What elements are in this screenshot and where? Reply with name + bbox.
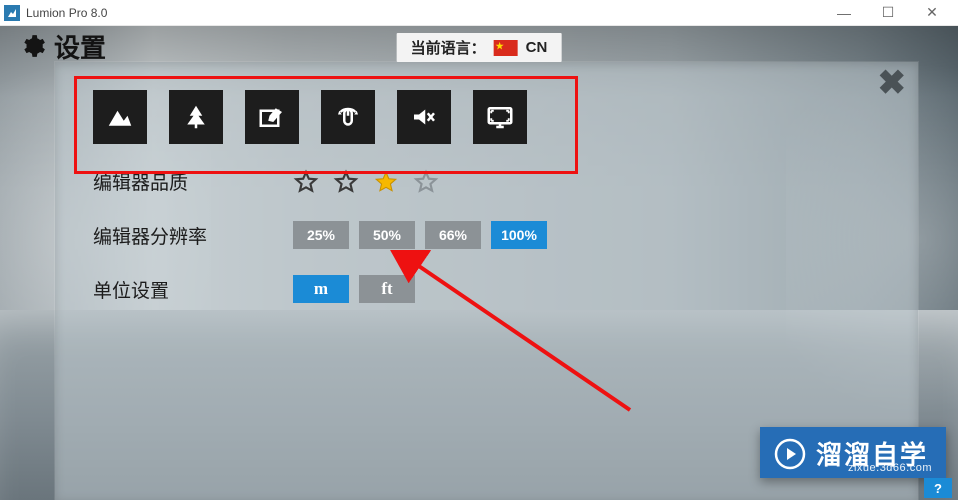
editor-resolution-label: 编辑器分辨率 bbox=[93, 222, 293, 249]
star-4[interactable] bbox=[413, 169, 439, 195]
resolution-66[interactable]: 66% bbox=[425, 221, 481, 249]
window-titlebar: Lumion Pro 8.0 — ☐ ✕ bbox=[0, 0, 958, 26]
mouse-rotate-icon[interactable] bbox=[321, 90, 375, 144]
category-icon-row bbox=[93, 90, 890, 144]
unit-label: 单位设置 bbox=[93, 276, 293, 303]
watermark-badge: 溜溜自学 zixue.3d66.com bbox=[760, 427, 946, 478]
resolution-25[interactable]: 25% bbox=[293, 221, 349, 249]
header-strip: 设置 当前语言： CN bbox=[0, 26, 958, 66]
language-label: 当前语言： bbox=[411, 37, 486, 58]
unit-ft[interactable]: ft bbox=[359, 275, 415, 303]
window-maximize-button[interactable]: ☐ bbox=[866, 1, 910, 25]
flag-cn-icon bbox=[494, 40, 518, 56]
help-button[interactable]: ? bbox=[924, 478, 952, 498]
monitor-icon[interactable] bbox=[473, 90, 527, 144]
editor-quality-label: 编辑器品质 bbox=[93, 168, 293, 195]
editor-quality-row: 编辑器品质 bbox=[93, 168, 890, 195]
resolution-50[interactable]: 50% bbox=[359, 221, 415, 249]
unit-options: m ft bbox=[293, 275, 415, 303]
gear-icon bbox=[20, 33, 46, 59]
star-1[interactable] bbox=[293, 169, 319, 195]
settings-heading-text: 设置 bbox=[54, 28, 106, 65]
quality-stars bbox=[293, 169, 439, 195]
settings-heading: 设置 bbox=[20, 28, 106, 65]
language-indicator[interactable]: 当前语言： CN bbox=[397, 33, 562, 62]
window-controls: — ☐ ✕ bbox=[822, 1, 954, 25]
window-close-button[interactable]: ✕ bbox=[910, 1, 954, 25]
panel-close-button[interactable]: ✖ bbox=[878, 66, 907, 100]
watermark-subtext: zixue.3d66.com bbox=[848, 462, 932, 474]
play-circle-icon bbox=[774, 438, 806, 470]
resolution-100[interactable]: 100% bbox=[491, 221, 547, 249]
terrain-icon[interactable] bbox=[93, 90, 147, 144]
window-minimize-button[interactable]: — bbox=[822, 1, 866, 25]
window-title: Lumion Pro 8.0 bbox=[26, 6, 107, 20]
app-icon bbox=[4, 5, 20, 21]
mute-icon[interactable] bbox=[397, 90, 451, 144]
unit-row: 单位设置 m ft bbox=[93, 275, 890, 303]
star-3[interactable] bbox=[373, 169, 399, 195]
star-2[interactable] bbox=[333, 169, 359, 195]
language-code: CN bbox=[526, 39, 548, 56]
tree-icon[interactable] bbox=[169, 90, 223, 144]
tablet-edit-icon[interactable] bbox=[245, 90, 299, 144]
unit-m[interactable]: m bbox=[293, 275, 349, 303]
editor-resolution-row: 编辑器分辨率 25% 50% 66% 100% bbox=[93, 221, 890, 249]
resolution-options: 25% 50% 66% 100% bbox=[293, 221, 547, 249]
